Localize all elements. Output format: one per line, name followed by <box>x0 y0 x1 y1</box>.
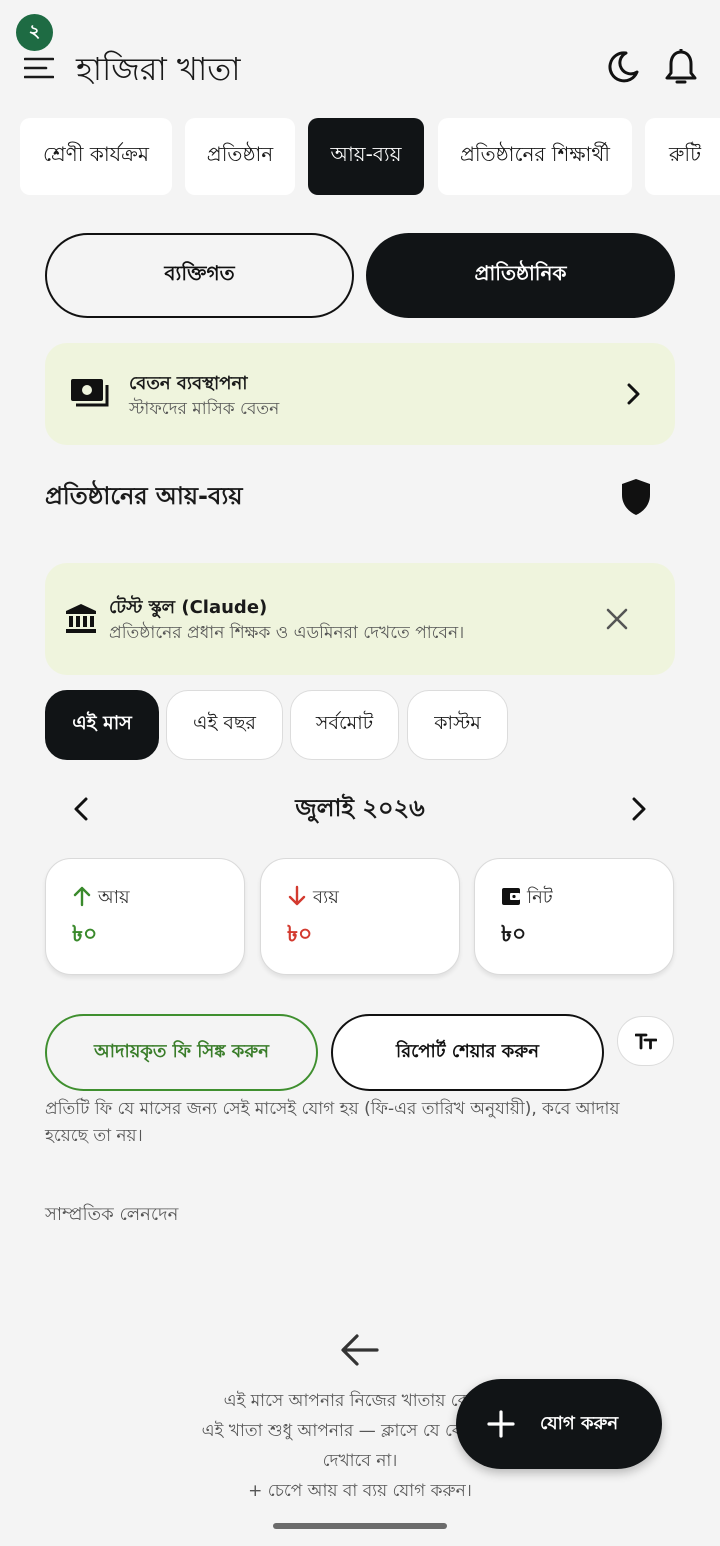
menu-icon[interactable] <box>24 56 54 80</box>
arrow-up-icon <box>73 886 91 907</box>
category-tabs: শ্রেণী কার্যক্রম প্রতিষ্ঠান আয়-ব্যয় প্… <box>0 118 720 196</box>
app-title: হাজিরা খাতা <box>76 50 241 88</box>
institutional-toggle-button[interactable]: প্রাতিষ্ঠানিক <box>366 233 675 318</box>
fab-label: যোগ করুন <box>540 1412 619 1434</box>
add-entry-fab[interactable]: যোগ করুন <box>456 1379 662 1469</box>
tab-class-activity[interactable]: শ্রেণী কার্যক্রম <box>20 118 172 195</box>
recent-transactions-label: সাম্প্রতিক লেনদেন <box>45 1204 179 1225</box>
income-label: আয় <box>98 887 130 908</box>
period-this-month-chip[interactable]: এই মাস <box>45 690 159 760</box>
text-size-icon <box>634 1033 657 1050</box>
income-value: ৳০ <box>72 922 98 947</box>
tab-income-expense[interactable]: আয়-ব্যয় <box>308 118 424 195</box>
gesture-home-bar[interactable] <box>273 1523 447 1529</box>
next-month-icon[interactable] <box>628 796 650 822</box>
net-value: ৳০ <box>501 922 527 947</box>
share-report-button[interactable]: রিপোর্ট শেয়ার করুন <box>331 1014 604 1091</box>
money-icon <box>71 379 109 407</box>
institution-building-icon <box>66 604 96 633</box>
fee-date-note: প্রতিটি ফি যে মাসের জন্য সেই মাসেই যোগ হ… <box>45 1099 620 1146</box>
arrow-left-icon <box>341 1334 379 1366</box>
tab-institution-students[interactable]: প্রতিষ্ঠানের শিক্ষার্থী <box>438 118 632 195</box>
text-size-button[interactable] <box>617 1016 674 1066</box>
previous-month-icon[interactable] <box>70 796 92 822</box>
wallet-icon <box>502 888 520 905</box>
personal-toggle-button[interactable]: ব্যক্তিগত <box>45 233 354 318</box>
school-info-card: টেস্ট স্কুল (Claude) প্রতিষ্ঠানের প্রধান… <box>45 563 675 675</box>
plus-icon <box>487 1410 515 1438</box>
period-total-chip[interactable]: সর্বমোট <box>290 690 399 760</box>
month-label: জুলাই ২০২৬ <box>295 794 425 822</box>
net-label: নিট <box>527 887 553 908</box>
expense-value: ৳০ <box>287 922 313 947</box>
shield-icon <box>622 479 650 515</box>
notification-bell-icon[interactable] <box>664 48 698 86</box>
tab-routine[interactable]: রুটি <box>645 118 720 195</box>
tab-institution[interactable]: প্রতিষ্ঠান <box>185 118 295 195</box>
notification-count-badge: ২ <box>16 14 53 51</box>
net-stat-card: নিট ৳০ <box>474 858 674 975</box>
close-icon[interactable] <box>605 607 629 631</box>
expense-label: ব্যয় <box>313 887 339 908</box>
salary-management-card[interactable]: বেতন ব্যবস্থাপনা স্টাফদের মাসিক বেতন <box>45 343 675 445</box>
period-this-year-chip[interactable]: এই বছর <box>166 690 283 760</box>
income-stat-card: আয় ৳০ <box>45 858 245 975</box>
expense-stat-card: ব্যয় ৳০ <box>260 858 460 975</box>
chevron-right-icon <box>627 383 640 405</box>
school-visibility-note: প্রতিষ্ঠানের প্রধান শিক্ষক ও এডমিনরা দেখ… <box>109 623 465 643</box>
sync-collected-fees-button[interactable]: আদায়কৃত ফি সিঙ্ক করুন <box>45 1014 318 1091</box>
arrow-down-icon <box>288 885 306 906</box>
empty-line-4: + চেপে আয় বা ব্যয় যোগ করুন। <box>248 1481 472 1501</box>
salary-card-subtitle: স্টাফদের মাসিক বেতন <box>129 399 280 419</box>
section-title: প্রতিষ্ঠানের আয়-ব্যয় <box>45 482 243 510</box>
dark-mode-moon-icon[interactable] <box>606 50 640 84</box>
period-custom-chip[interactable]: কাস্টম <box>407 690 508 760</box>
